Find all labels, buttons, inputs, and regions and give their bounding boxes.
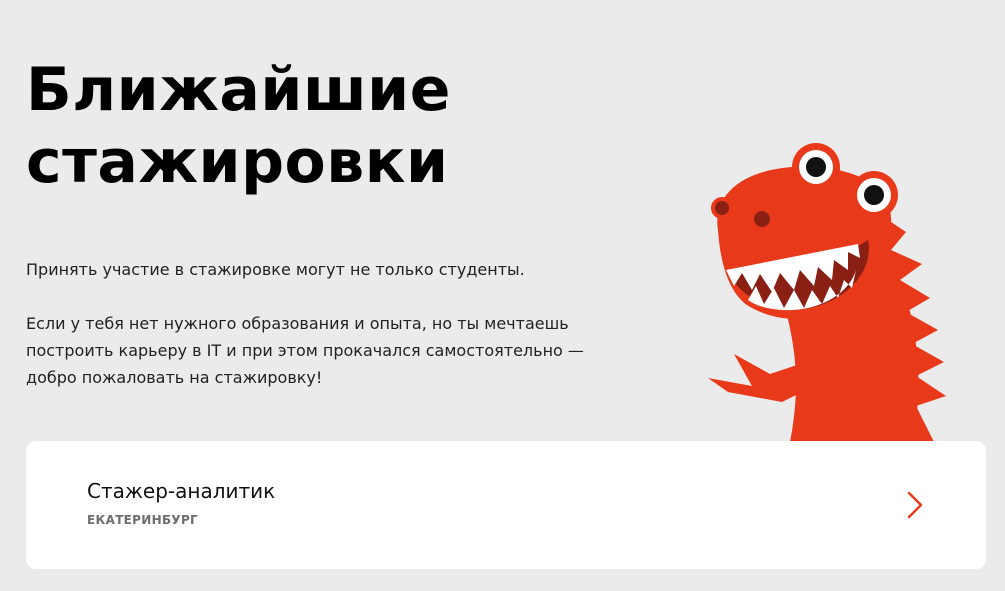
intro-paragraph-1: Принять участие в стажировке могут не то…	[26, 260, 525, 279]
vacancy-title[interactable]: Стажер-аналитик	[87, 479, 275, 503]
chevron-right-icon[interactable]	[906, 491, 924, 519]
mascot-pupil-left	[806, 157, 826, 177]
dinosaur-mascot-icon	[708, 143, 946, 442]
intro-paragraph-2-line-2: построить карьеру в IT и при этом прокач…	[26, 341, 584, 360]
mascot-nostril-2	[754, 211, 770, 227]
intro-text: Принять участие в стажировке могут не то…	[26, 256, 646, 391]
intro-paragraph-2-line-1: Если у тебя нет нужного образования и оп…	[26, 314, 569, 333]
mascot-pupil-right	[864, 185, 884, 205]
intro-paragraph-2: Если у тебя нет нужного образования и оп…	[26, 310, 646, 391]
mascot-arm	[708, 354, 810, 402]
page-title-line-1: Ближайшие	[26, 55, 451, 125]
page-title-line-2: стажировки	[26, 127, 449, 197]
page-title: Ближайшие стажировки	[26, 54, 546, 198]
vacancy-card[interactable]: Стажер-аналитик ЕКАТЕРИНБУРГ	[26, 441, 986, 569]
vacancy-city: ЕКАТЕРИНБУРГ	[87, 513, 198, 527]
mascot-nostril-1	[715, 201, 729, 215]
intro-paragraph-2-line-3: добро пожаловать на стажировку!	[26, 368, 323, 387]
